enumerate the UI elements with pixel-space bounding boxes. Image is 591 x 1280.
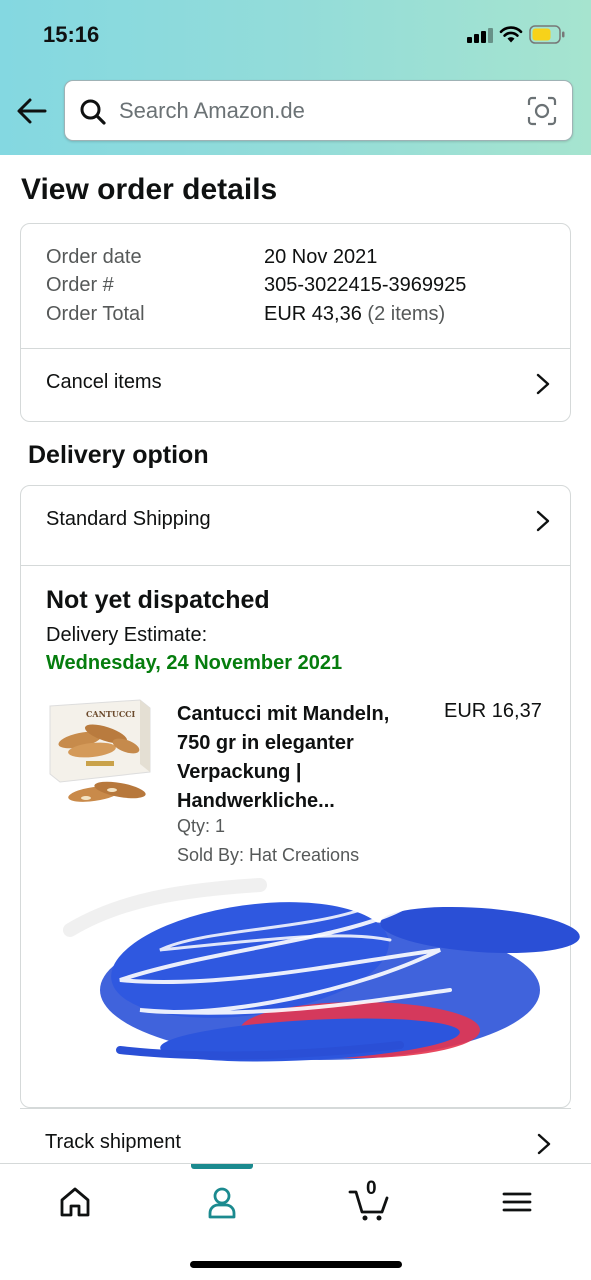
order-number-label: Order # (46, 274, 114, 296)
delivery-option-heading: Delivery option (28, 441, 209, 469)
order-number-row: Order # 305-3022415-3969925 (46, 274, 466, 297)
product-brand-text: CANTUCCI (86, 709, 136, 719)
order-total-value: EUR 43,36 (264, 303, 362, 325)
menu-icon[interactable] (497, 1182, 537, 1222)
order-total-row: Order Total EUR 43,36 (2 items) (46, 303, 445, 326)
shipping-option-row[interactable]: Standard Shipping (21, 486, 570, 558)
battery-icon (529, 25, 565, 44)
track-shipment-row[interactable]: Track shipment (20, 1108, 571, 1164)
home-icon[interactable] (55, 1182, 95, 1222)
divider (21, 565, 570, 566)
camera-scan-icon[interactable] (527, 96, 557, 126)
cellular-signal-icon (467, 27, 493, 43)
cancel-items-row[interactable]: Cancel items (21, 349, 570, 421)
cancel-items-label: Cancel items (46, 371, 162, 393)
dispatch-status: Not yet dispatched (46, 586, 270, 614)
chevron-right-icon (536, 373, 550, 395)
active-tab-indicator (191, 1164, 253, 1169)
profile-icon[interactable] (202, 1182, 242, 1222)
page-title: View order details (21, 173, 278, 206)
back-arrow-icon[interactable] (16, 97, 48, 125)
product-price: EUR 16,37 (444, 700, 542, 722)
redaction-scribble (63, 878, 580, 1062)
shipping-option-label: Standard Shipping (46, 508, 211, 530)
delivery-estimate-date: Wednesday, 24 November 2021 (46, 652, 343, 674)
order-summary-card: Order date 20 Nov 2021 Order # 305-3022415… (20, 223, 571, 422)
order-item-count: (2 items) (367, 303, 446, 325)
order-date-label: Order date (46, 246, 142, 268)
chevron-right-icon (537, 1133, 551, 1155)
search-bar[interactable] (64, 80, 573, 141)
order-total-label: Order Total (46, 303, 145, 325)
search-icon (80, 99, 106, 125)
home-indicator (190, 1261, 402, 1268)
track-shipment-label: Track shipment (45, 1131, 181, 1153)
product-title[interactable]: Cantucci mit Mandeln, 750 gr in elegante… (177, 700, 427, 816)
product-seller: Sold By: Hat Creations (177, 845, 360, 865)
cart-count-badge: 0 (366, 1178, 377, 1199)
app-header: 15:16 (0, 0, 591, 155)
wifi-icon (499, 26, 523, 43)
order-number-value: 305-3022415-3969925 (264, 274, 467, 296)
delivery-estimate-label: Delivery Estimate: (46, 624, 208, 646)
product-quantity: Qty: 1 (177, 816, 226, 836)
order-date-value: 20 Nov 2021 (264, 246, 378, 268)
search-input[interactable] (119, 93, 509, 129)
order-date-row: Order date 20 Nov 2021 (46, 246, 377, 269)
cantucci-box-image[interactable]: CANTUCCI (46, 698, 154, 810)
chevron-right-icon (536, 510, 550, 532)
status-time: 15:16 (43, 22, 100, 47)
